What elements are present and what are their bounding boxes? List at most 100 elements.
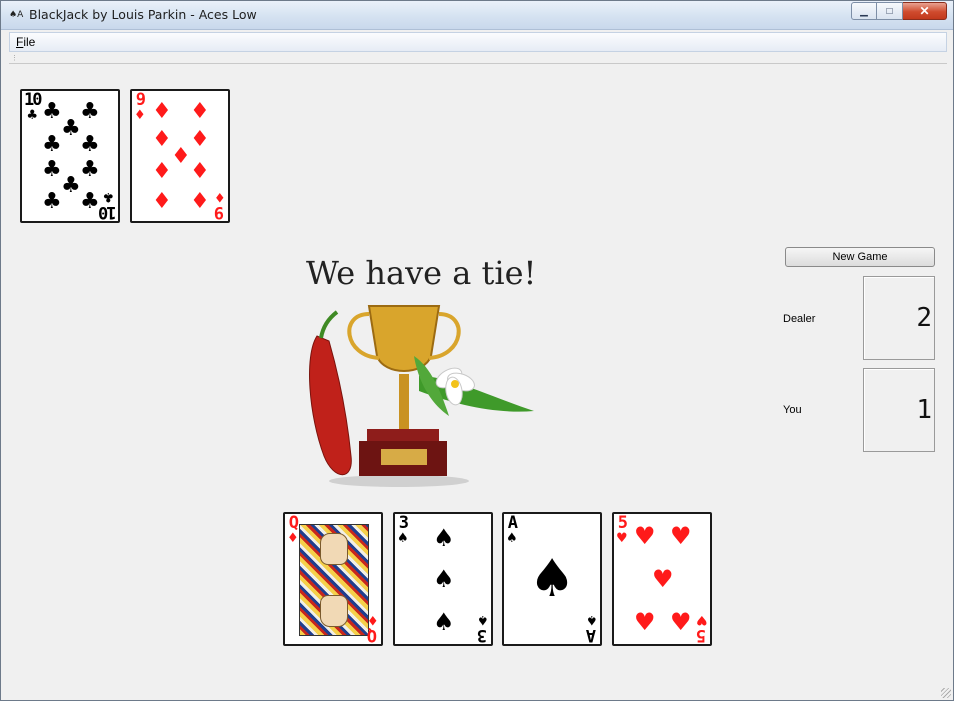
diamond-icon: ♦ (190, 127, 210, 152)
heart-icon: ♥ (696, 612, 708, 627)
card-rank: 5 (698, 625, 707, 645)
menu-file[interactable]: File (16, 35, 35, 49)
heart-icon: ♥ (616, 531, 628, 546)
heart-icon: ♥ (670, 608, 692, 636)
club-icon: ♣ (42, 157, 62, 182)
player-card-2: 3 ♠ ♠ ♠ ♠ 3 ♠ (393, 512, 493, 646)
club-icon: ♣ (61, 173, 81, 198)
card-corner: 10 ♣ (24, 90, 43, 123)
club-icon: ♣ (42, 189, 62, 214)
menu-bar: File (9, 32, 947, 52)
club-icon: ♣ (26, 108, 39, 123)
diamond-icon: ♦ (287, 531, 299, 546)
title-bar[interactable]: ♠A BlackJack by Louis Parkin - Aces Low … (1, 1, 953, 30)
dealer-score-value: 2 (916, 303, 932, 333)
card-corner: 5 ♥ (696, 612, 708, 645)
trophy-plaque-icon (381, 449, 427, 465)
diamond-icon: ♦ (171, 144, 191, 169)
dealer-score-label: Dealer (783, 313, 816, 325)
club-icon: ♣ (61, 116, 81, 141)
diamond-icon: ♦ (190, 159, 210, 184)
maximize-icon: □ (886, 5, 893, 17)
player-card-1: Q ♦ Q ♦ (283, 512, 383, 646)
card-corner: A ♠ (506, 513, 518, 546)
card-rank: 9 (216, 202, 225, 222)
you-score-value: 1 (916, 395, 932, 425)
trophy-illustration (309, 305, 534, 487)
card-corner: 9 ♦ (134, 90, 146, 123)
minimize-icon: ▁ (860, 5, 868, 17)
card-rank: 3 (479, 625, 488, 645)
result-message: We have a tie! (306, 254, 537, 292)
spade-icon: ♠ (433, 524, 455, 552)
queen-face-art-icon (299, 524, 369, 636)
heart-icon: ♥ (634, 522, 656, 550)
minimize-button[interactable]: ▁ (851, 2, 877, 20)
diamond-icon: ♦ (152, 99, 172, 124)
card-rank: 10 (24, 90, 43, 110)
card-corner: 3 ♠ (397, 513, 409, 546)
card-rank: A (588, 625, 597, 645)
spade-icon: ♠ (477, 612, 489, 627)
club-icon: ♣ (80, 132, 100, 157)
card-rank: Q (369, 625, 378, 645)
close-button[interactable]: ✕ (903, 2, 947, 20)
diamond-icon: ♦ (367, 612, 379, 627)
toolbar-grip-icon[interactable]: ⋮ (11, 54, 18, 62)
card-corner: Q ♦ (287, 513, 299, 546)
club-icon: ♣ (80, 189, 100, 214)
trophy-stem-icon (399, 374, 409, 429)
card-rank: 10 (99, 202, 116, 222)
spade-icon: ♠ (397, 531, 409, 546)
trophy-shadow (329, 475, 469, 487)
spade-icon: ♠ (586, 612, 598, 627)
chili-stem-icon (319, 310, 339, 339)
trophy-base-top-icon (367, 429, 439, 441)
you-score-display: 1 (863, 368, 935, 452)
dealer-card-2: 9 ♦ ♦ ♦ ♦ ♦ ♦ ♦ ♦ ♦ ♦ 9 ♦ (130, 89, 230, 223)
window-controls: ▁ □ ✕ (851, 2, 947, 21)
toolbar-strip: ⋮ (9, 53, 947, 64)
club-icon: ♣ (80, 99, 100, 124)
trophy-cup-icon (367, 305, 441, 372)
diamond-icon: ♦ (152, 127, 172, 152)
player-card-4: 5 ♥ ♥ ♥ ♥ ♥ ♥ 5 ♥ (612, 512, 712, 646)
resize-grip-icon[interactable] (941, 688, 951, 698)
dealer-score-display: 2 (863, 276, 935, 360)
heart-icon: ♥ (652, 565, 674, 593)
heart-icon: ♥ (670, 522, 692, 550)
dealer-card-1: 10 ♣ ♣ ♣ ♣ ♣ ♣ ♣ ♣ ♣ ♣ ♣ 10 ♣ (20, 89, 120, 223)
spade-icon: ♠ (433, 565, 455, 593)
diamond-icon: ♦ (134, 108, 146, 123)
card-rank: 3 (398, 513, 409, 533)
card-rank: A (507, 513, 518, 533)
club-icon: ♣ (80, 157, 100, 182)
player-card-3: A ♠ ♠ A ♠ (502, 512, 602, 646)
app-window: ♠A BlackJack by Louis Parkin - Aces Low … (0, 0, 954, 701)
you-score-label: You (783, 404, 802, 416)
blackjack-app-icon: ♠A (9, 10, 24, 20)
card-rank: Q (288, 513, 299, 533)
chili-pepper-icon (309, 335, 352, 476)
heart-icon: ♥ (634, 608, 656, 636)
spade-icon: ♠ (528, 549, 576, 609)
diamond-icon: ♦ (152, 159, 172, 184)
window-title: BlackJack by Louis Parkin - Aces Low (29, 7, 257, 22)
maximize-button[interactable]: □ (877, 2, 903, 20)
club-icon: ♣ (101, 189, 114, 204)
card-corner: A ♠ (586, 612, 598, 645)
card-rank: 5 (617, 513, 628, 533)
diamond-icon: ♦ (190, 189, 210, 214)
card-corner: 3 ♠ (477, 612, 489, 645)
diamond-icon: ♦ (214, 189, 226, 204)
card-rank: 9 (135, 90, 146, 110)
club-icon: ♣ (42, 132, 62, 157)
spade-icon: ♠ (506, 531, 518, 546)
close-icon: ✕ (919, 4, 930, 18)
game-area: 10 ♣ ♣ ♣ ♣ ♣ ♣ ♣ ♣ ♣ ♣ ♣ 10 ♣ 9 ♦ ♦ ♦ ♦ ♦ ♦… (9, 64, 947, 694)
card-corner: Q ♦ (367, 612, 379, 645)
spade-icon: ♠ (433, 608, 455, 636)
new-game-button[interactable]: New Game (785, 247, 935, 267)
diamond-icon: ♦ (152, 189, 172, 214)
diamond-icon: ♦ (190, 99, 210, 124)
